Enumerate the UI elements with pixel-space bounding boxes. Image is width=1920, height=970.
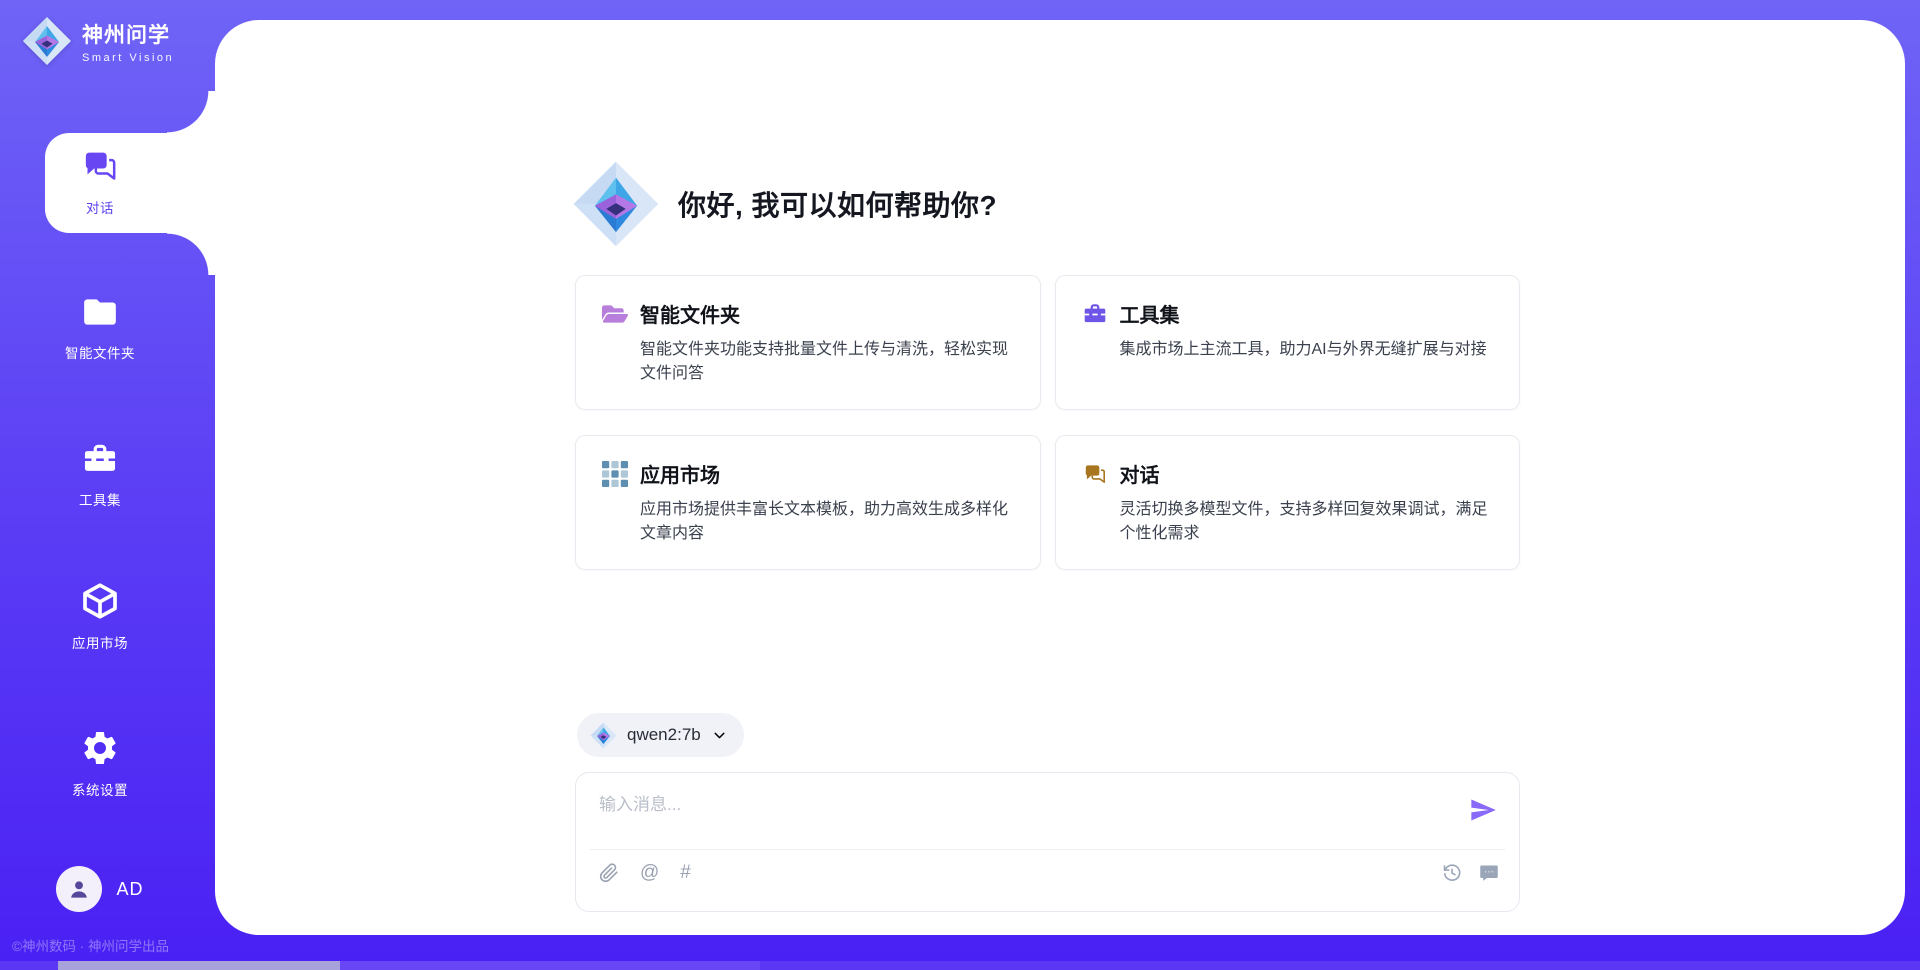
- at-icon: @: [640, 863, 659, 883]
- brand-subtitle: Smart Vision: [82, 52, 174, 64]
- tab-curve-bottom: [167, 233, 217, 275]
- grid-icon: [602, 461, 628, 487]
- sidebar-item-toolset[interactable]: 工具集: [20, 440, 180, 509]
- topic-button[interactable]: #: [680, 863, 691, 883]
- sidebar-item-chat[interactable]: 对话: [20, 146, 180, 217]
- tab-curve-top: [167, 91, 217, 133]
- history-button[interactable]: [1442, 863, 1462, 883]
- toolbox-icon: [81, 440, 119, 478]
- card-description: 灵活切换多模型文件，支持多样回复效果调试，满足个性化需求: [1120, 498, 1494, 546]
- sidebar-item-label: 工具集: [79, 489, 121, 509]
- paperclip-icon: [599, 863, 619, 883]
- card-title: 应用市场: [640, 459, 720, 488]
- model-name: qwen2:7b: [627, 725, 701, 745]
- feature-cards: 智能文件夹 智能文件夹功能支持批量文件上传与清洗，轻松实现文件问答 工具: [575, 275, 1520, 570]
- card-title: 对话: [1120, 459, 1160, 488]
- sidebar-item-label: 应用市场: [72, 632, 128, 652]
- diamond-logo-icon: [572, 160, 660, 248]
- card-app-market[interactable]: 应用市场 应用市场提供丰富长文本模板，助力高效生成多样化文章内容: [575, 435, 1041, 570]
- sidebar-item-smart-folder[interactable]: 智能文件夹: [20, 293, 180, 362]
- avatar: [56, 866, 102, 912]
- folder-icon: [81, 293, 119, 331]
- main-panel: 你好, 我可以如何帮助你? 智能文件夹 智能文件夹功能支持批量文件上传与清洗，轻…: [215, 20, 1905, 935]
- sidebar-item-label: 系统设置: [72, 779, 128, 799]
- diamond-logo-icon: [590, 722, 617, 749]
- sidebar-item-label: 对话: [86, 197, 114, 217]
- folder-open-icon: [602, 301, 628, 327]
- user-profile[interactable]: AD: [20, 866, 180, 912]
- card-title: 智能文件夹: [640, 299, 740, 328]
- chat-bubbles-icon: [1082, 461, 1108, 487]
- copyright-footer: ©神州数码 · 神州问学出品: [12, 935, 169, 955]
- card-description: 智能文件夹功能支持批量文件上传与清洗，轻松实现文件问答: [640, 338, 1014, 386]
- horizontal-scrollbar[interactable]: [0, 961, 1920, 970]
- sidebar-item-settings[interactable]: 系统设置: [20, 728, 180, 799]
- message-input[interactable]: [599, 790, 1455, 840]
- message-composer: @ #: [575, 772, 1520, 912]
- scrollbar-track-segment: [340, 961, 760, 970]
- card-toolset[interactable]: 工具集 集成市场上主流工具，助力AI与外界无缝扩展与对接: [1055, 275, 1521, 410]
- greeting-block: 你好, 我可以如何帮助你?: [572, 160, 997, 248]
- chat-bubble-icon: [1479, 863, 1499, 883]
- toolbox-icon: [1082, 301, 1108, 327]
- chevron-down-icon: [711, 727, 728, 744]
- history-icon: [1442, 863, 1462, 883]
- send-button[interactable]: [1468, 796, 1498, 826]
- chat-bubbles-icon: [80, 146, 120, 186]
- card-description: 应用市场提供丰富长文本模板，助力高效生成多样化文章内容: [640, 498, 1014, 546]
- user-name: AD: [116, 879, 143, 900]
- conversations-button[interactable]: [1479, 863, 1499, 883]
- model-selector[interactable]: qwen2:7b: [577, 713, 744, 757]
- brand-title: 神州问学: [82, 19, 174, 49]
- person-icon: [66, 876, 92, 902]
- attach-file-button[interactable]: [599, 863, 619, 883]
- sidebar-item-app-market[interactable]: 应用市场: [20, 581, 180, 652]
- cube-icon: [80, 581, 120, 621]
- card-title: 工具集: [1120, 299, 1180, 328]
- gear-icon: [80, 728, 120, 768]
- diamond-logo-icon: [22, 16, 72, 66]
- greeting-title: 你好, 我可以如何帮助你?: [678, 184, 997, 224]
- composer-divider: [590, 849, 1505, 850]
- card-chat[interactable]: 对话 灵活切换多模型文件，支持多样回复效果调试，满足个性化需求: [1055, 435, 1521, 570]
- card-smart-folder[interactable]: 智能文件夹 智能文件夹功能支持批量文件上传与清洗，轻松实现文件问答: [575, 275, 1041, 410]
- mention-button[interactable]: @: [640, 863, 659, 883]
- scrollbar-thumb[interactable]: [58, 961, 340, 970]
- hash-icon: #: [680, 863, 691, 883]
- app-logo: 神州问学 Smart Vision: [22, 16, 174, 66]
- app-window: 神州问学 Smart Vision 对话 智能文件夹 工具集: [0, 0, 1920, 970]
- card-description: 集成市场上主流工具，助力AI与外界无缝扩展与对接: [1120, 338, 1494, 362]
- send-icon: [1469, 796, 1497, 824]
- sidebar-item-label: 智能文件夹: [65, 342, 135, 362]
